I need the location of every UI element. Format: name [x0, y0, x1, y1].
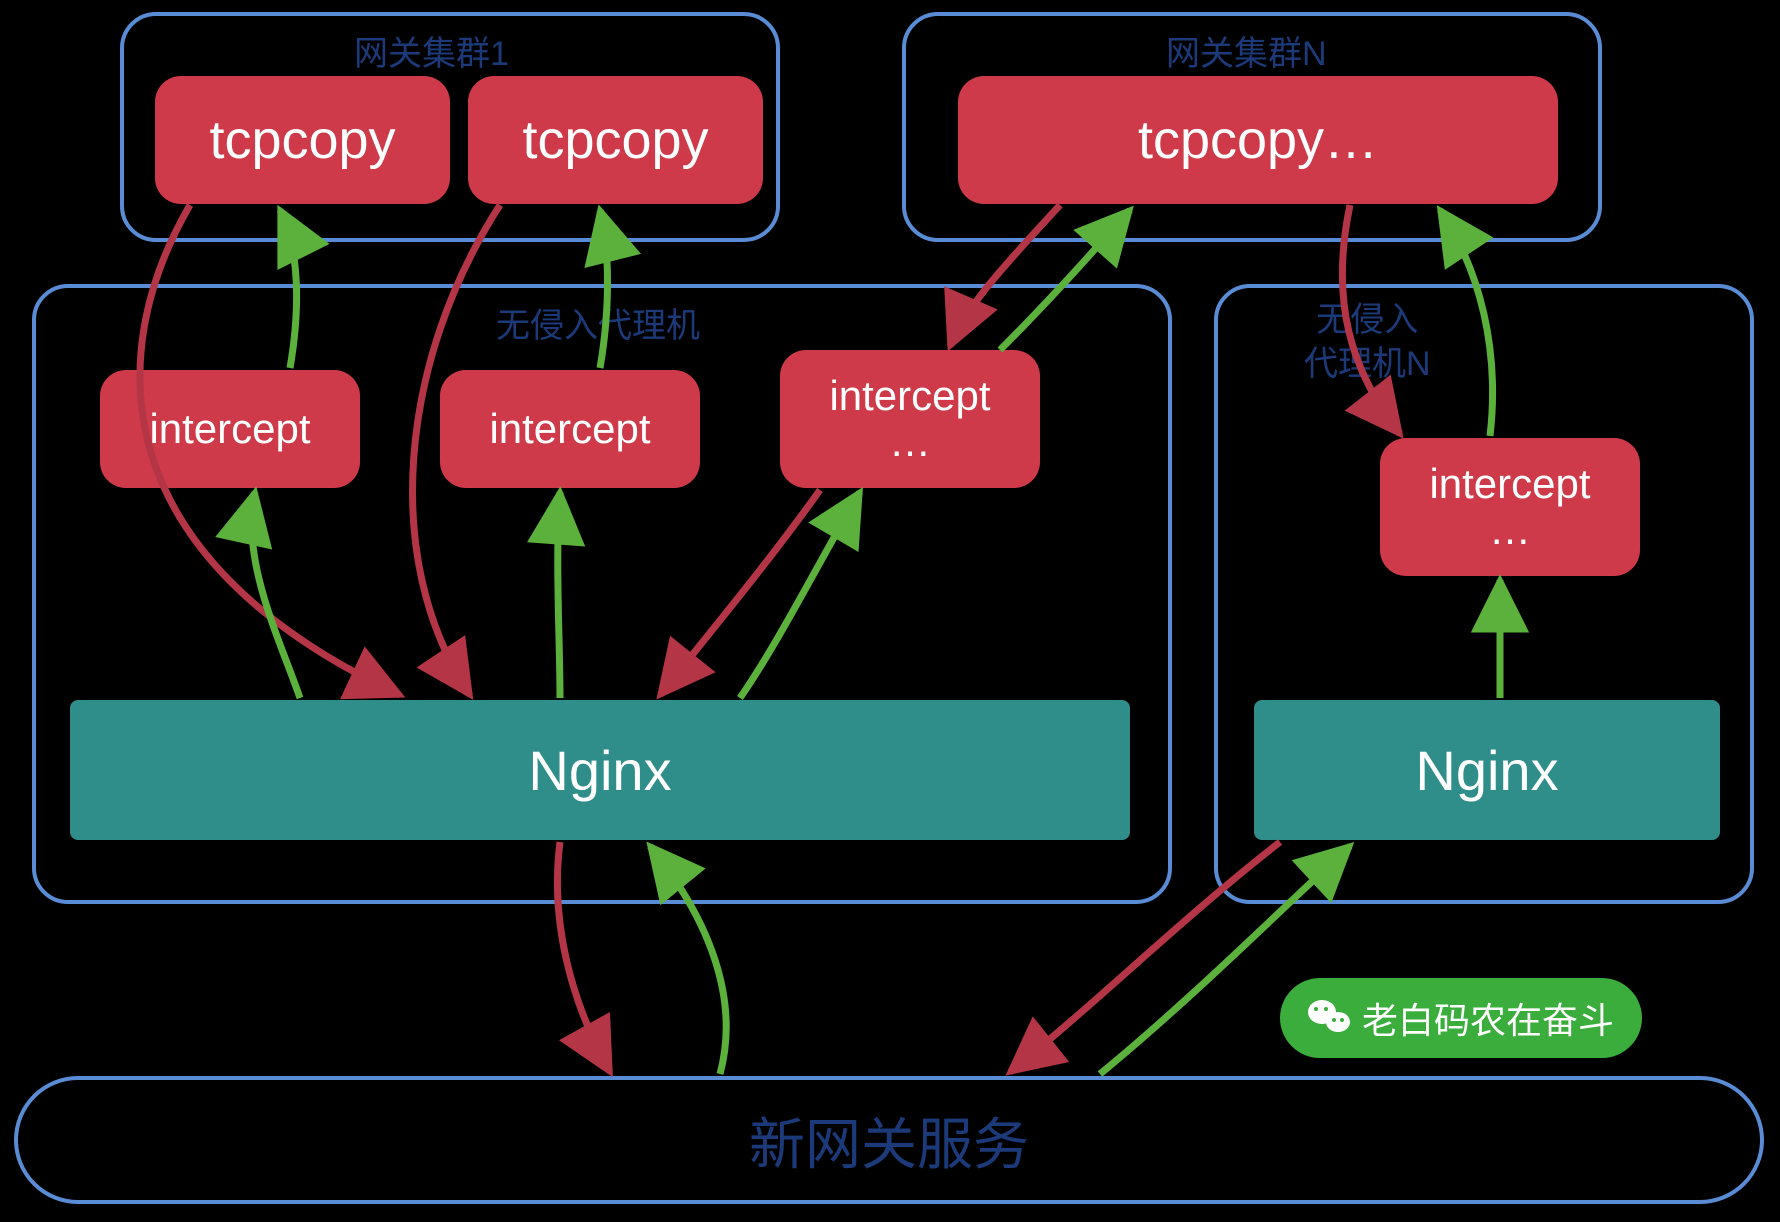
bottom-service-label: 新网关服务 — [749, 1100, 1029, 1181]
node-nginx-n: Nginx — [1254, 700, 1720, 840]
wechat-badge-label: 老白码农在奋斗 — [1362, 992, 1614, 1044]
cluster-gateway-n-label: 网关集群N — [1166, 26, 1327, 75]
cluster-proxy-1-label: 无侵入代理机 — [496, 298, 700, 347]
bottom-service: 新网关服务 — [14, 1076, 1764, 1204]
node-intercept-3: intercept … — [780, 350, 1040, 488]
cluster-gateway-1-label: 网关集群1 — [354, 26, 509, 75]
node-nginx-1: Nginx — [70, 700, 1130, 840]
cluster-proxy-n-label: 无侵入 代理机N — [1304, 298, 1431, 386]
node-tcpcopy-1: tcpcopy — [155, 76, 450, 204]
node-tcpcopy-n: tcpcopy… — [958, 76, 1558, 204]
node-intercept-2: intercept — [440, 370, 700, 488]
node-intercept-n: intercept … — [1380, 438, 1640, 576]
wechat-icon — [1308, 996, 1352, 1040]
wechat-badge: 老白码农在奋斗 — [1280, 978, 1642, 1058]
node-tcpcopy-2: tcpcopy — [468, 76, 763, 204]
node-intercept-1: intercept — [100, 370, 360, 488]
